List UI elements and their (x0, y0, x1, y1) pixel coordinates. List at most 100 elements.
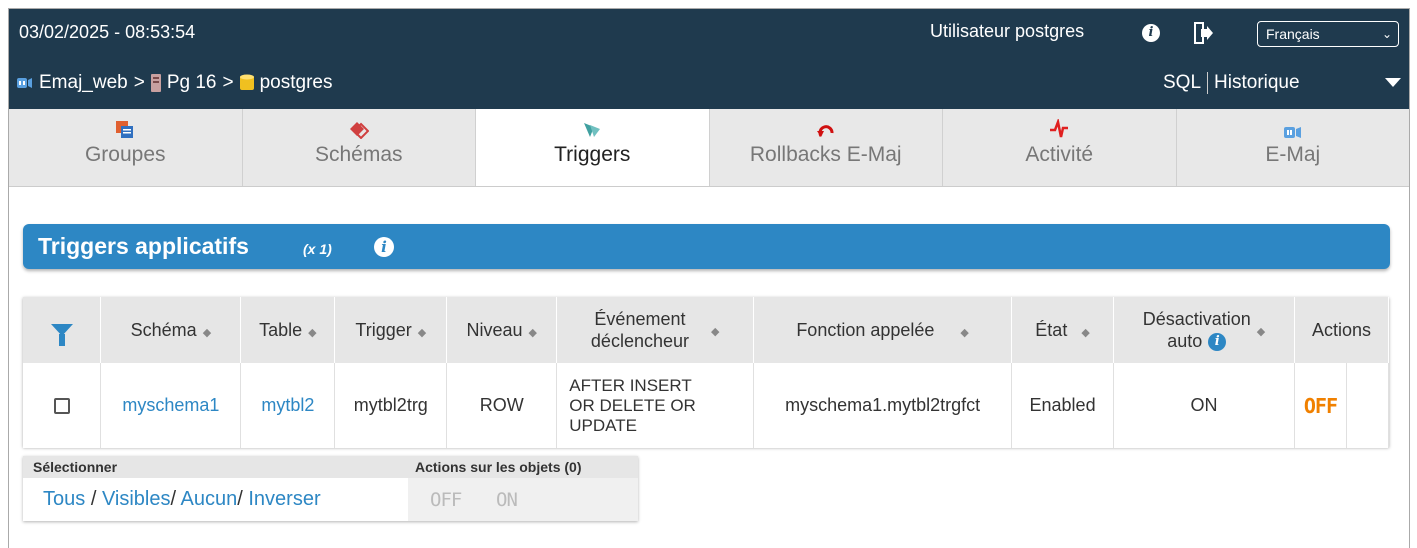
cell-action: OFF (1294, 363, 1347, 448)
select-none-link[interactable]: Aucun (181, 488, 238, 510)
sort-icon[interactable]: ◆ (711, 326, 719, 338)
filter-column[interactable] (23, 297, 102, 363)
cell-event: AFTER INSERT OR DELETE OR UPDATE (556, 363, 755, 448)
history-link[interactable]: Historique (1214, 72, 1300, 93)
select-all-link[interactable]: Tous (43, 488, 85, 510)
col-label: Désactivation (1142, 309, 1251, 329)
top-nav-links: SQL Historique (1163, 72, 1300, 94)
breadcrumb-app[interactable]: Emaj_web (39, 72, 128, 94)
tab-emaj[interactable]: E-Maj (1177, 109, 1410, 186)
datetime: 03/02/2025 - 08:53:54 (19, 22, 196, 42)
section-info-icon[interactable]: i (374, 237, 394, 257)
bulk-off-button[interactable]: OFF (430, 489, 462, 511)
database-icon (239, 74, 254, 90)
separator: / (90, 488, 97, 510)
sort-icon[interactable]: ◆ (960, 327, 968, 339)
emaj-app-icon (17, 78, 32, 88)
tab-groupes[interactable]: Groupes (9, 109, 243, 186)
table-link[interactable]: mytbl2 (261, 395, 314, 415)
groups-icon (116, 121, 134, 138)
emaj-icon (1283, 127, 1301, 138)
bulk-on-button[interactable]: ON (496, 489, 518, 511)
event-line: AFTER INSERT (569, 375, 692, 395)
actions-label: Actions sur les objets (0) (415, 459, 582, 475)
invert-selection-link[interactable]: Inverser (248, 488, 320, 510)
tab-activite[interactable]: Activité (943, 109, 1177, 186)
col-label: Niveau (466, 319, 523, 340)
col-label: Fonction appelée (796, 319, 935, 340)
language-value: Français (1266, 26, 1320, 42)
sort-icon[interactable]: ◆ (418, 327, 426, 339)
schema-link[interactable]: myschema1 (122, 395, 219, 415)
user-prefix: Utilisateur (930, 21, 1011, 41)
user-info: Utilisateur postgres (930, 21, 1084, 42)
user-info-icon[interactable]: i (1142, 24, 1160, 42)
col-label: auto (1167, 331, 1203, 351)
app-frame: 03/02/2025 - 08:53:54 Utilisateur postgr… (8, 8, 1410, 548)
sort-icon[interactable]: ◆ (308, 327, 316, 339)
select-visible-link[interactable]: Visibles (102, 488, 171, 510)
sort-icon[interactable]: ◆ (203, 327, 211, 339)
selection-body: Tous / Visibles/ Aucun/ Inverser OFF ON (23, 478, 638, 521)
tab-rollbacks[interactable]: Rollbacks E-Maj (710, 109, 943, 186)
breadcrumb-separator: > (222, 72, 234, 93)
tab-label: Activité (1025, 143, 1094, 166)
col-table[interactable]: Table ◆ (240, 297, 336, 363)
section-header: Triggers applicatifs (x 1) i (23, 224, 1390, 269)
activity-icon (1050, 119, 1069, 138)
autodisable-info-icon[interactable]: i (1208, 333, 1227, 352)
sort-icon[interactable]: ◆ (1257, 326, 1265, 338)
col-label: Schéma (130, 319, 197, 340)
tab-label: E-Maj (1265, 143, 1321, 166)
breadcrumb-separator: > (133, 72, 145, 93)
tab-triggers[interactable]: Triggers (476, 109, 710, 186)
selection-panel: Sélectionner Actions sur les objets (0) … (23, 456, 638, 521)
cell-autodisable: ON (1113, 363, 1295, 448)
row-checkbox-cell (23, 363, 102, 448)
event-line: UPDATE (569, 415, 637, 435)
col-level[interactable]: Niveau ◆ (446, 297, 558, 363)
cell-schema: myschema1 (100, 363, 242, 448)
col-function[interactable]: Fonction appelée ◆ (753, 297, 1013, 363)
breadcrumb: Emaj_web > Pg 16 > postgres (17, 72, 332, 94)
language-select[interactable]: Français ⌄ (1257, 21, 1399, 47)
col-label: Actions (1311, 319, 1371, 340)
chevron-down-icon: ⌄ (1381, 27, 1392, 41)
col-actions: Actions (1294, 297, 1390, 363)
bulk-actions: OFF ON (408, 478, 638, 521)
cell-table: mytbl2 (240, 363, 336, 448)
breadcrumb-database[interactable]: postgres (260, 72, 333, 94)
off-button[interactable]: OFF (1304, 394, 1338, 418)
schemas-icon (349, 122, 369, 139)
col-event[interactable]: Événement déclencheur ◆ (556, 297, 755, 363)
table-row: myschema1 mytbl2 mytbl2trg ROW AFTER INS… (23, 363, 1390, 448)
col-state[interactable]: État ◆ (1011, 297, 1115, 363)
col-label: Trigger (355, 319, 412, 340)
col-schema[interactable]: Schéma ◆ (100, 297, 242, 363)
row-checkbox[interactable] (53, 398, 70, 415)
sort-icon[interactable]: ◆ (529, 327, 537, 339)
col-autodisable[interactable]: Désactivation auto i ◆ (1113, 297, 1295, 363)
cell-state: Enabled (1011, 363, 1115, 448)
logout-icon[interactable] (1192, 21, 1214, 45)
menu-toggle-icon[interactable] (1385, 78, 1401, 87)
event-line: OR DELETE OR (569, 395, 696, 415)
sql-link[interactable]: SQL (1163, 72, 1201, 93)
cell-function: myschema1.mytbl2trgfct (753, 363, 1013, 448)
cell-action-extra (1346, 363, 1390, 448)
tab-schemas[interactable]: Schémas (243, 109, 476, 186)
sort-icon[interactable]: ◆ (1081, 327, 1089, 339)
col-label: Table (259, 319, 303, 340)
tab-bar: Groupes Schémas Triggers Rollbacks E-Maj… (9, 109, 1409, 187)
filter-icon[interactable] (50, 323, 73, 346)
triggers-table: Schéma ◆ Table ◆ Trigger ◆ Niveau ◆ Événemen… (23, 297, 1390, 448)
select-label: Sélectionner (33, 459, 118, 475)
tab-label: Triggers (554, 143, 631, 166)
selection-links: Tous / Visibles/ Aucun/ Inverser (43, 488, 321, 511)
col-trigger[interactable]: Trigger ◆ (334, 297, 448, 363)
section-title: Triggers applicatifs (38, 233, 249, 259)
separator: / (170, 488, 177, 510)
breadcrumb-server[interactable]: Pg 16 (167, 72, 217, 94)
table-header-row: Schéma ◆ Table ◆ Trigger ◆ Niveau ◆ Événemen… (23, 297, 1390, 363)
col-label: État (1035, 319, 1068, 340)
